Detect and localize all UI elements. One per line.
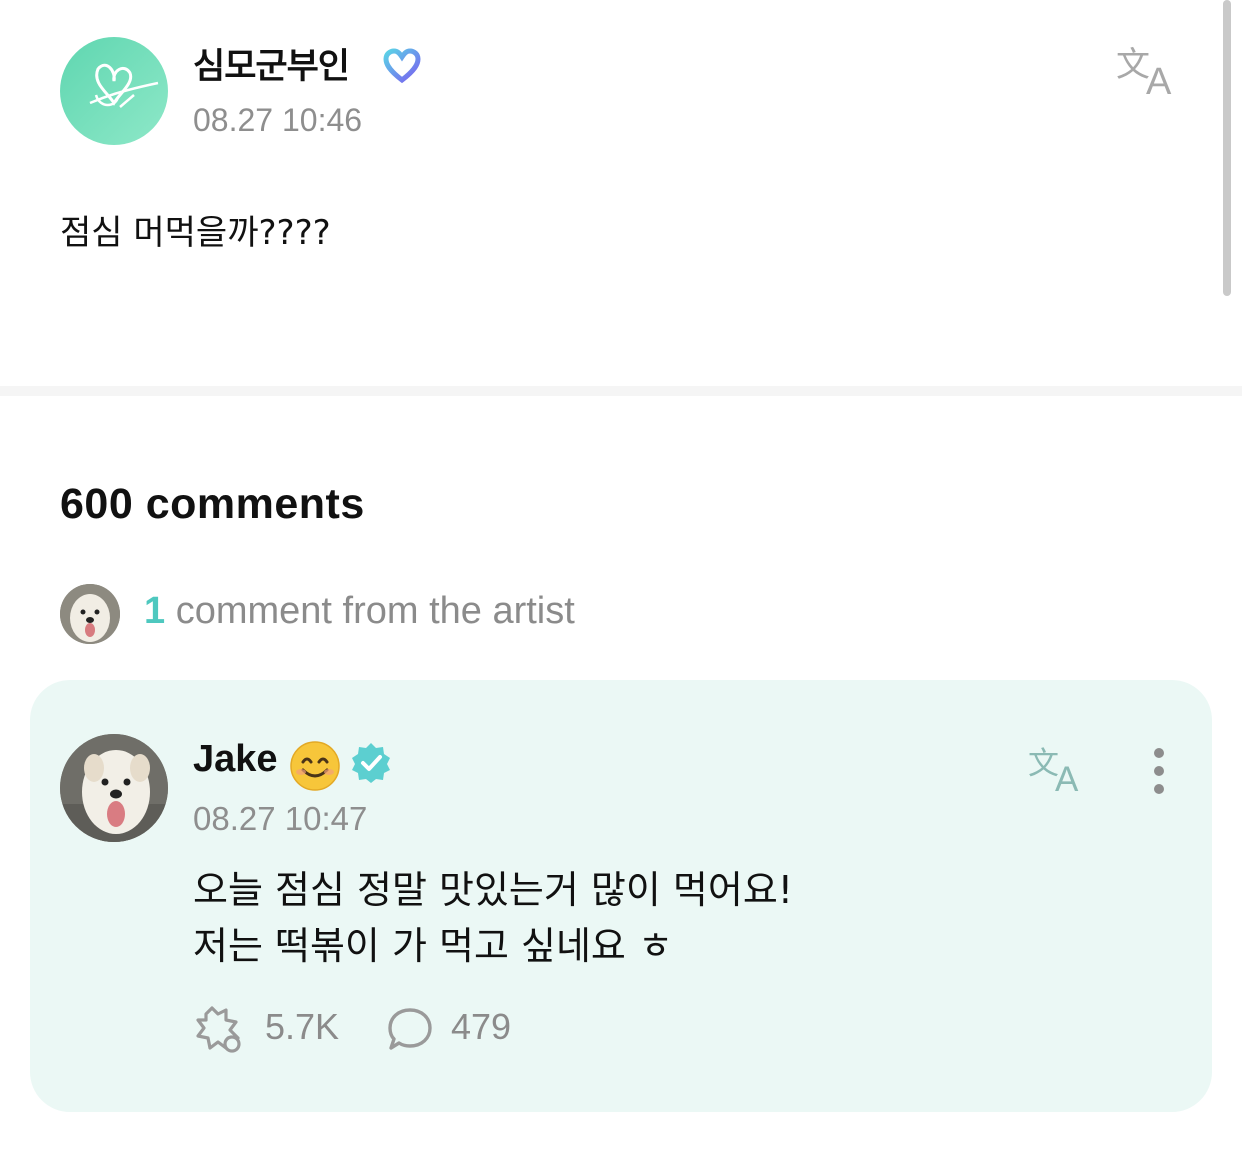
comments-count-heading: 600 comments <box>60 480 365 528</box>
svg-text:A: A <box>1055 760 1079 795</box>
more-options-icon[interactable] <box>1142 745 1176 801</box>
artist-comment-label: comment from the artist <box>165 590 575 632</box>
verified-heart-icon <box>383 48 421 84</box>
avatar-logo-icon <box>89 63 159 108</box>
comment-body: 오늘 점심 정말 맛있는거 많이 먹어요! 저는 떡볶이 가 먹고 싶네요 ㅎ <box>193 862 793 974</box>
translate-icon[interactable]: 文 A <box>1116 42 1184 103</box>
scrollbar[interactable] <box>1223 0 1231 296</box>
artist-avatar-small[interactable] <box>60 584 120 644</box>
dog-photo-icon <box>60 734 168 842</box>
section-divider <box>0 386 1242 396</box>
post-timestamp: 08.27 10:46 <box>193 102 363 138</box>
reply-icon[interactable] <box>386 1006 434 1052</box>
svg-text:A: A <box>1146 61 1172 98</box>
like-icon[interactable] <box>192 1004 246 1054</box>
dog-photo-icon <box>60 584 120 644</box>
comment-timestamp: 08.27 10:47 <box>193 800 368 837</box>
like-count: 5.7K <box>265 1006 340 1047</box>
post-author-avatar[interactable] <box>60 37 168 145</box>
post-author-name[interactable]: 심모군부인 <box>193 38 350 89</box>
svg-text:文: 文 <box>1116 45 1150 85</box>
reply-count: 479 <box>451 1006 512 1047</box>
translate-icon[interactable]: 文 A <box>1028 743 1090 799</box>
post-body-text: 점심 머먹을까???? <box>60 213 331 253</box>
artist-comment-count: 1 <box>144 590 166 632</box>
comment-author-avatar[interactable] <box>60 734 168 842</box>
artist-comments-link[interactable]: 1 comment from the artist <box>144 590 575 633</box>
comment-line-2: 저는 떡볶이 가 먹고 싶네요 ㅎ <box>193 924 673 968</box>
comment-author-name[interactable]: Jake <box>193 738 278 781</box>
comment-line-1: 오늘 점심 정말 맛있는거 많이 먹어요! <box>193 868 794 912</box>
smile-emoji-icon <box>289 740 341 792</box>
verified-check-icon <box>350 741 392 783</box>
